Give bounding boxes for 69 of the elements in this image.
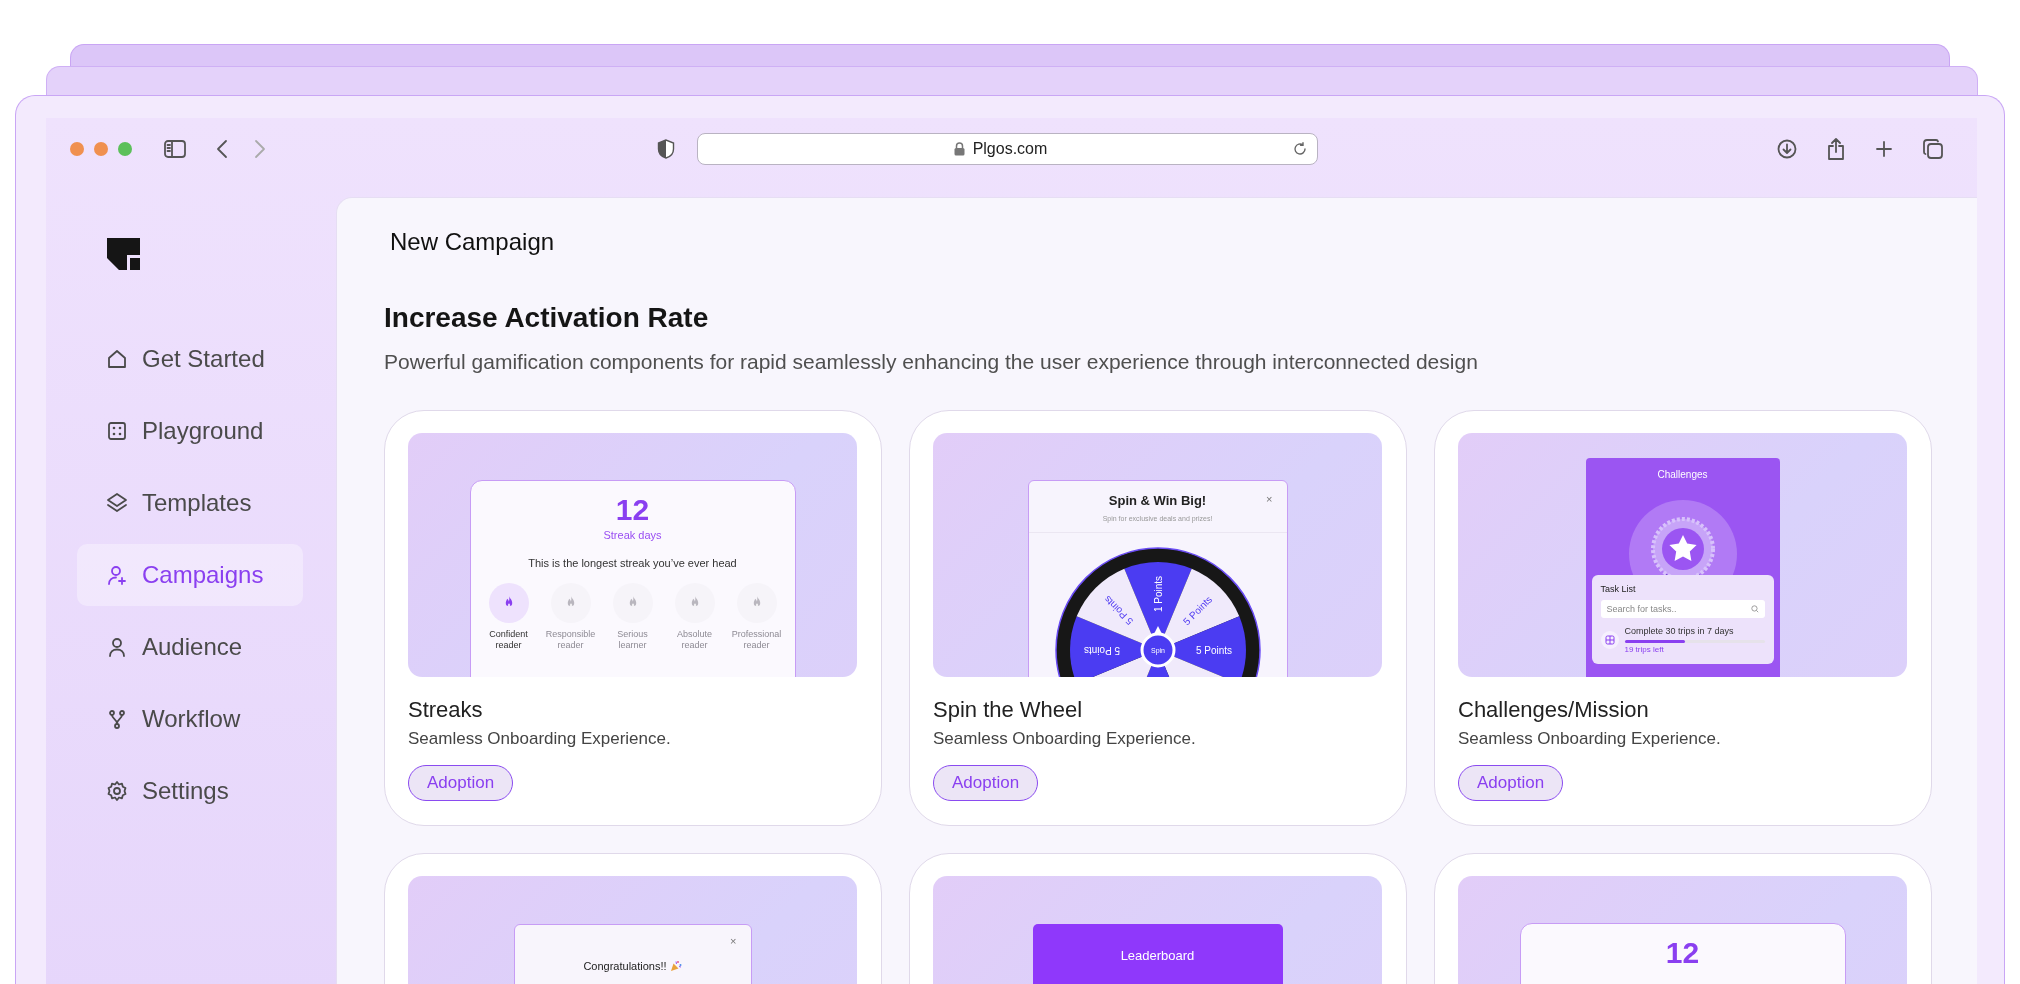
card-title: Challenges/Mission xyxy=(1458,697,1649,723)
settings-icon xyxy=(106,780,128,802)
badge-label: Responsible reader xyxy=(544,629,597,651)
layers-icon xyxy=(106,492,128,514)
nav-item[interactable]: Get Started xyxy=(77,328,303,390)
category-tag: Adoption xyxy=(1458,765,1564,801)
card-subtitle: Seamless Onboarding Experience. xyxy=(408,729,671,749)
nav-item[interactable]: Workflow xyxy=(77,688,303,750)
category-tag: Adoption xyxy=(933,765,1039,801)
segment-label: 5 Points xyxy=(1083,644,1120,656)
close-button[interactable]: × xyxy=(1266,493,1273,505)
back-icon[interactable] xyxy=(216,139,228,159)
nav-item[interactable]: Campaigns xyxy=(77,544,303,606)
badge-label: Absolute reader xyxy=(676,629,713,651)
badge-label: Professional reader xyxy=(730,629,783,651)
card-subtitle: Seamless Onboarding Experience. xyxy=(1458,729,1721,749)
popup-title: Congratulations!! xyxy=(583,960,667,972)
panel-title: Leaderboard xyxy=(1120,948,1195,965)
badge-label: Serious learner xyxy=(616,629,649,651)
segment-label: 1 Points xyxy=(1152,575,1163,613)
share-icon[interactable] xyxy=(1827,138,1845,160)
nav-item[interactable]: Audience xyxy=(77,616,303,678)
badge-label: Confident reader xyxy=(488,629,529,651)
grid-icon xyxy=(106,420,128,442)
plus-icon[interactable] xyxy=(1875,140,1893,158)
search-icon xyxy=(1750,605,1759,613)
streak-count: 12 xyxy=(1665,936,1700,970)
template-card[interactable]: 12 Streak days This is the longest streak you’ve ever head Confident reader Responsible reader Serious learner Absolute reader Professional reader Streaks Seamless Onboarding Experience. Adoption xyxy=(384,410,882,826)
tabs-icon[interactable] xyxy=(1923,139,1943,159)
search-field[interactable]: Search for tasks.. xyxy=(1600,600,1765,618)
template-card[interactable]: × Congratulations!! xyxy=(384,853,882,984)
template-card[interactable]: 12 xyxy=(1434,853,1932,984)
streak-message: This is the longest streak you’ve ever head xyxy=(528,557,737,569)
download-icon[interactable] xyxy=(1777,139,1797,159)
search-placeholder: Search for tasks.. xyxy=(1606,604,1677,614)
nav-item[interactable]: Settings xyxy=(77,760,303,822)
nav-item[interactable]: Playground xyxy=(77,400,303,462)
nav-item[interactable]: Templates xyxy=(77,472,303,534)
template-card[interactable]: Challenges Task List Search for tasks.. Complete 30 trips in 7 days 19 trips left Challenges/Mission Seamless Onboarding Experience. Adoption xyxy=(1434,410,1932,826)
url-text: Plgos.com xyxy=(972,140,1048,158)
template-card[interactable]: Leaderboard xyxy=(909,853,1407,984)
panel-title: Challenges xyxy=(1657,469,1708,480)
task-label: Complete 30 trips in 7 days xyxy=(1624,626,1735,636)
segment-label: 5 Points xyxy=(1195,644,1232,656)
page-title: New Campaign xyxy=(390,228,556,256)
house-icon xyxy=(106,348,128,370)
task-list-title: Task List xyxy=(1600,584,1637,594)
lock-icon xyxy=(953,142,965,156)
party-popper-icon xyxy=(669,960,682,972)
card-subtitle: Seamless Onboarding Experience. xyxy=(933,729,1196,749)
section-heading: Increase Activation Rate xyxy=(384,302,710,334)
category-tag: Adoption xyxy=(408,765,514,801)
popup-title: Spin & Win Big! xyxy=(1108,493,1207,508)
card-title: Streaks xyxy=(408,697,483,723)
streak-caption: Streak days xyxy=(603,529,662,541)
close-button[interactable]: × xyxy=(730,935,737,947)
shield-icon[interactable] xyxy=(657,139,675,159)
card-title: Spin the Wheel xyxy=(933,697,1083,723)
streak-count: 12 xyxy=(615,493,650,527)
task-icon xyxy=(1600,631,1619,649)
app-logo xyxy=(107,238,141,270)
user-plus-icon xyxy=(106,564,128,586)
address-bar[interactable]: Plgos.com xyxy=(697,133,1318,165)
reload-icon[interactable] xyxy=(1293,142,1307,156)
user-icon xyxy=(106,636,128,658)
task-remaining: 19 trips left xyxy=(1624,645,1665,654)
section-description: Powerful gamification components for rapid seamlessly enhancing the user experience through interconnected design xyxy=(384,350,1479,374)
sidebar-toggle-icon[interactable] xyxy=(164,140,186,158)
branch-icon xyxy=(106,708,128,730)
